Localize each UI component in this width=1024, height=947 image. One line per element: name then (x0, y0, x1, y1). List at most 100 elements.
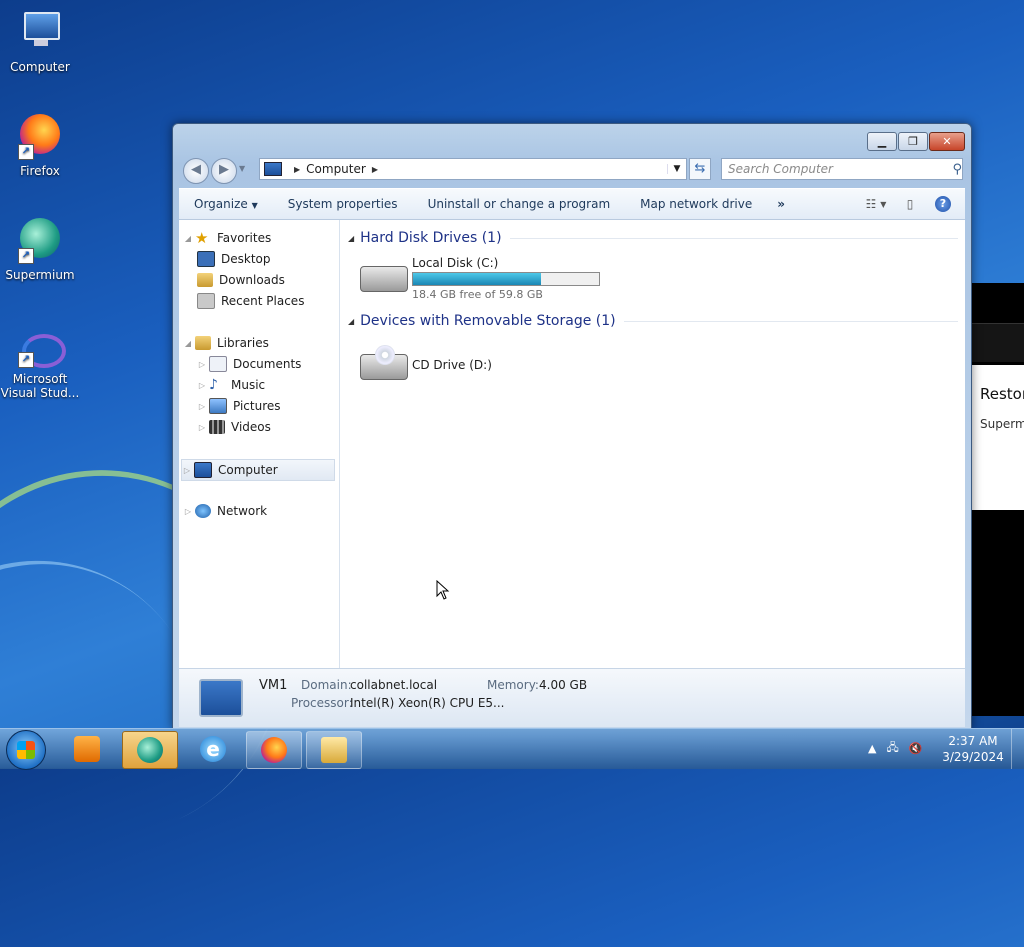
nav-item-videos[interactable]: ▷ Videos (197, 417, 271, 437)
shortcut-arrow-icon: ↗ (18, 352, 34, 368)
uninstall-program-button[interactable]: Uninstall or change a program (413, 197, 626, 211)
help-button[interactable]: ? (935, 196, 951, 212)
network-icon (195, 504, 211, 518)
visual-studio-icon: ↗ (16, 330, 66, 368)
show-hidden-icons-button[interactable]: ▲ (868, 742, 876, 755)
desktop-icon-visual-studio[interactable]: ↗ Microsoft Visual Stud... (0, 330, 80, 400)
collapse-icon[interactable]: ◢ (183, 234, 193, 243)
volume-muted-icon[interactable]: 🔇 (909, 742, 923, 755)
map-network-drive-button[interactable]: Map network drive (625, 197, 767, 211)
command-bar: Organize ▼ System properties Uninstall o… (179, 188, 965, 220)
desktop-icon-computer[interactable]: Computer (0, 8, 80, 74)
nav-item-downloads[interactable]: Downloads (197, 270, 285, 290)
videos-icon (209, 420, 225, 434)
firefox-icon: ↗ (16, 112, 64, 160)
desktop-icon-supermium[interactable]: ↗ Supermium (0, 216, 80, 282)
nav-item-desktop[interactable]: Desktop (197, 249, 271, 269)
expand-icon[interactable]: ▷ (197, 381, 207, 390)
collapse-group-icon[interactable]: ◢ (348, 234, 354, 243)
disk-usage-bar (412, 272, 600, 286)
maximize-icon: ❐ (908, 135, 918, 148)
change-view-button[interactable]: ☷ ▼ (865, 195, 887, 213)
show-desktop-button[interactable] (1011, 729, 1024, 769)
forward-button[interactable]: ▶ (211, 158, 237, 184)
taskbar-firefox[interactable] (246, 731, 302, 769)
taskbar-media-player[interactable] (62, 731, 112, 767)
windows-logo-icon (17, 741, 35, 759)
breadcrumb-computer[interactable]: Computer (306, 162, 366, 176)
preview-pane-button[interactable]: ▯ (899, 195, 921, 213)
system-clock[interactable]: 2:37 AM 3/29/2024 (938, 733, 1008, 765)
breadcrumb-chevron-icon[interactable]: ▶ (372, 165, 378, 174)
expand-icon[interactable]: ▷ (197, 423, 207, 432)
forward-arrow-icon: ▶ (219, 162, 229, 177)
processor-label: Processor: (291, 696, 353, 710)
taskbar-supermium[interactable] (122, 731, 178, 769)
hard-disk-icon (360, 266, 408, 292)
processor-value: Intel(R) Xeon(R) CPU E5... (350, 696, 505, 710)
downloads-folder-icon (197, 273, 213, 287)
explorer-window[interactable]: ▁ ❐ ✕ ◀ ▶ ▼ ▶ Computer ▶ ▼ ⇆ Search Comp… (172, 123, 972, 729)
start-button[interactable] (6, 730, 46, 770)
background-window[interactable]: Restor Superm (968, 283, 1024, 716)
nav-item-documents[interactable]: ▷ Documents (197, 354, 301, 374)
nav-item-libraries[interactable]: ◢ Libraries (183, 333, 269, 353)
breadcrumb-separator-icon[interactable]: ▶ (294, 165, 300, 174)
refresh-button[interactable]: ⇆ (689, 158, 711, 180)
back-button[interactable]: ◀ (183, 158, 209, 184)
expand-icon[interactable]: ▷ (182, 466, 192, 475)
nav-item-favorites[interactable]: ◢ ★ Favorites (183, 228, 271, 248)
background-window-subtitle: Superm (980, 417, 1024, 431)
documents-icon (209, 356, 227, 372)
nav-item-network[interactable]: ▷ Network (183, 501, 267, 521)
nav-item-music[interactable]: ▷ ♪ Music (197, 375, 265, 395)
expand-icon[interactable]: ▷ (197, 402, 207, 411)
address-dropdown-icon[interactable]: ▼ (667, 164, 686, 174)
preview-pane-icon: ▯ (906, 197, 914, 211)
drive-free-space: 18.4 GB free of 59.8 GB (412, 288, 543, 301)
more-commands-button[interactable]: » (767, 197, 795, 211)
memory-label: Memory: (487, 678, 539, 692)
collapse-icon[interactable]: ◢ (183, 339, 193, 348)
nav-item-computer[interactable]: ▷ Computer (181, 459, 335, 481)
expand-icon[interactable]: ▷ (197, 360, 207, 369)
nav-item-recent-places[interactable]: Recent Places (197, 291, 304, 311)
minimize-button[interactable]: ▁ (867, 132, 897, 151)
computer-name: VM1 (259, 678, 288, 693)
drive-cd-d[interactable]: CD Drive (D:) (360, 345, 520, 394)
group-header-removable-storage[interactable]: ◢ Devices with Removable Storage (1) (348, 313, 958, 329)
maximize-button[interactable]: ❐ (898, 132, 928, 151)
desktop-icon-firefox[interactable]: ↗ Firefox (0, 112, 80, 178)
search-input[interactable]: Search Computer (722, 162, 946, 176)
network-status-icon[interactable]: 🖧 (886, 739, 898, 758)
nav-item-pictures[interactable]: ▷ Pictures (197, 396, 281, 416)
close-button[interactable]: ✕ (929, 132, 965, 151)
computer-small-icon (264, 162, 282, 176)
supermium-icon (137, 737, 163, 763)
expand-icon[interactable]: ▷ (183, 507, 193, 516)
navigation-pane: ◢ ★ Favorites Desktop Downloads Recent P… (179, 220, 340, 668)
group-header-hard-disk-drives[interactable]: ◢ Hard Disk Drives (1) (348, 230, 958, 246)
details-pane: VM1 Domain: collabnet.local Memory: 4.00… (179, 668, 965, 727)
collapse-group-icon[interactable]: ◢ (348, 317, 354, 326)
search-icon[interactable]: ⚲ (946, 162, 962, 177)
system-properties-button[interactable]: System properties (273, 197, 413, 211)
minimize-icon: ▁ (877, 135, 887, 148)
firefox-icon (261, 737, 287, 763)
search-box[interactable]: Search Computer ⚲ (721, 158, 963, 180)
organize-button[interactable]: Organize ▼ (179, 197, 273, 211)
taskbar-internet-explorer[interactable]: e (186, 731, 240, 767)
desktop-icon-label: Firefox (20, 164, 60, 178)
drive-local-disk-c[interactable]: Local Disk (C:) 18.4 GB free of 59.8 GB (360, 256, 620, 304)
taskbar-windows-explorer[interactable] (306, 731, 362, 769)
chevron-down-icon: ▼ (251, 201, 258, 210)
nav-label: Documents (233, 357, 302, 371)
address-bar[interactable]: ▶ Computer ▶ ▼ (259, 158, 687, 180)
close-icon: ✕ (942, 135, 952, 148)
background-window-title: Restor (980, 385, 1024, 403)
recent-pages-dropdown[interactable]: ▼ (239, 164, 245, 173)
back-arrow-icon: ◀ (191, 162, 201, 177)
internet-explorer-icon: e (200, 736, 226, 762)
nav-label: Downloads (219, 273, 285, 287)
organize-label: Organize (194, 197, 248, 211)
